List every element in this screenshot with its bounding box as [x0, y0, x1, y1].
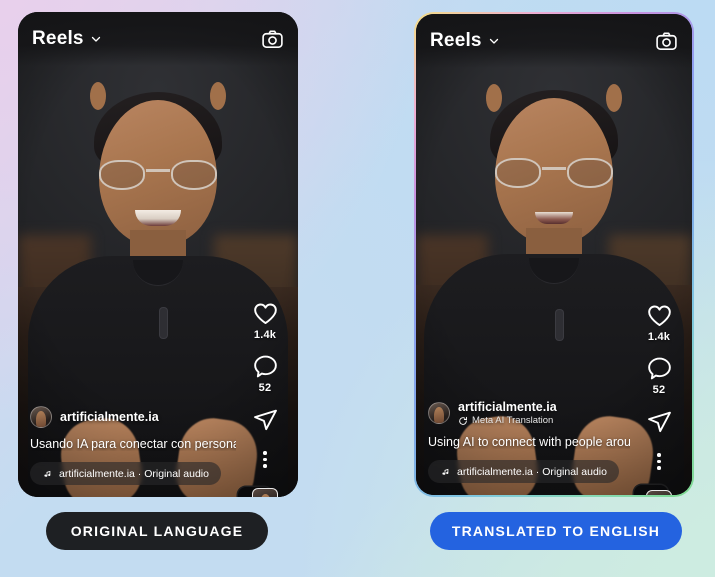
share-action-original[interactable] [252, 406, 279, 433]
comment-count: 52 [652, 384, 666, 396]
heart-icon [647, 305, 671, 327]
reel-panel-translated: Reels 1.4k 52 artificialmente.ia Meta AI… [414, 12, 694, 497]
translated-to-english-label[interactable]: TRANSLATED TO ENGLISH [430, 512, 682, 550]
like-count: 1.4k [253, 329, 277, 341]
dot [657, 453, 661, 457]
audio-thumbnail-icon[interactable] [252, 487, 278, 497]
original-language-label[interactable]: ORIGINAL LANGUAGE [46, 512, 268, 550]
subject-ear-left [486, 84, 502, 112]
comment-icon [253, 355, 277, 378]
reel-screen-translated: Reels 1.4k 52 artificialmente.ia Meta AI… [416, 14, 692, 495]
more-options-icon[interactable] [657, 449, 661, 474]
audio-attribution-pill-original[interactable]: artificialmente.ia · Original audio [30, 462, 221, 485]
lapel-microphone [160, 308, 167, 338]
translation-label: Meta AI Translation [472, 415, 554, 426]
reel-screen-original: Reels 1.4k 52 artificialmente.ia Usando … [18, 12, 298, 497]
caption-text[interactable]: Usando IA para conectar con personas de … [30, 437, 236, 451]
reels-title-dropdown-original[interactable]: Reels [32, 28, 102, 50]
caption-text[interactable]: Using AI to connect with people around .… [428, 435, 630, 449]
glasses-lens-right [567, 158, 613, 188]
reels-title-label: Reels [430, 30, 482, 51]
audio-attribution-pill-translated[interactable]: artificialmente.ia · Original audio [428, 460, 619, 483]
audio-thumbnail-icon[interactable] [646, 489, 672, 495]
lapel-microphone [556, 310, 563, 340]
dot [263, 464, 267, 468]
like-action-original[interactable]: 1.4k [252, 300, 279, 341]
reels-title-dropdown-translated[interactable]: Reels [430, 30, 500, 52]
dot [263, 451, 267, 455]
reel-panel-original: Reels 1.4k 52 artificialmente.ia Usando … [18, 12, 298, 497]
like-action-translated[interactable]: 1.4k [646, 302, 673, 343]
glasses-lens-right [171, 160, 217, 190]
chevron-down-icon [91, 36, 100, 42]
subject-ear-right [606, 84, 622, 112]
translation-badge: Meta AI Translation [458, 415, 557, 426]
avatar [428, 402, 450, 424]
send-icon [253, 409, 277, 431]
camera-icon[interactable] [655, 30, 678, 53]
subject-glasses [97, 160, 219, 190]
author-username: artificialmente.ia [60, 410, 159, 424]
more-options-icon[interactable] [263, 447, 267, 472]
dot [263, 457, 267, 461]
reels-topbar-original: Reels [18, 12, 298, 66]
like-count: 1.4k [647, 331, 671, 343]
reel-action-rail-original: 1.4k 52 [242, 300, 288, 497]
glasses-lens-left [99, 160, 145, 190]
glasses-lens-left [495, 158, 541, 188]
subject-mouth [535, 212, 573, 224]
heart-icon [253, 303, 277, 325]
music-note-icon [44, 470, 51, 477]
comment-icon [647, 357, 671, 380]
author-row-translated[interactable]: artificialmente.ia Meta AI Translation [428, 400, 630, 426]
dot [657, 466, 661, 470]
comparison-stage: Reels 1.4k 52 artificialmente.ia Usando … [0, 0, 715, 577]
comment-action-original[interactable]: 52 [252, 353, 279, 394]
music-note-icon [442, 468, 449, 475]
glasses-bridge [542, 167, 566, 170]
chevron-down-icon [489, 38, 498, 44]
subject-glasses [493, 158, 615, 188]
author-meta: artificialmente.ia Meta AI Translation [458, 400, 557, 426]
glasses-bridge [146, 169, 170, 172]
audio-attribution-text: artificialmente.ia · Original audio [59, 467, 209, 480]
refresh-circle-icon [459, 416, 467, 425]
share-action-translated[interactable] [646, 408, 673, 435]
comment-action-translated[interactable]: 52 [646, 355, 673, 396]
reel-action-rail-translated: 1.4k 52 [636, 302, 682, 495]
camera-icon[interactable] [261, 28, 284, 51]
reels-title-label: Reels [32, 28, 84, 49]
comment-count: 52 [258, 382, 272, 394]
audio-attribution-text: artificialmente.ia · Original audio [457, 465, 607, 478]
reels-topbar-translated: Reels [416, 14, 692, 68]
reel-caption-translated: artificialmente.ia Meta AI Translation U… [428, 400, 630, 483]
avatar [30, 406, 52, 428]
subject-ear-left [90, 82, 106, 110]
reel-caption-original: artificialmente.ia Usando IA para conect… [30, 406, 236, 485]
dot [657, 459, 661, 463]
send-icon [647, 411, 671, 433]
author-row-original[interactable]: artificialmente.ia [30, 406, 236, 428]
subject-ear-right [210, 82, 226, 110]
author-username: artificialmente.ia [458, 400, 557, 414]
